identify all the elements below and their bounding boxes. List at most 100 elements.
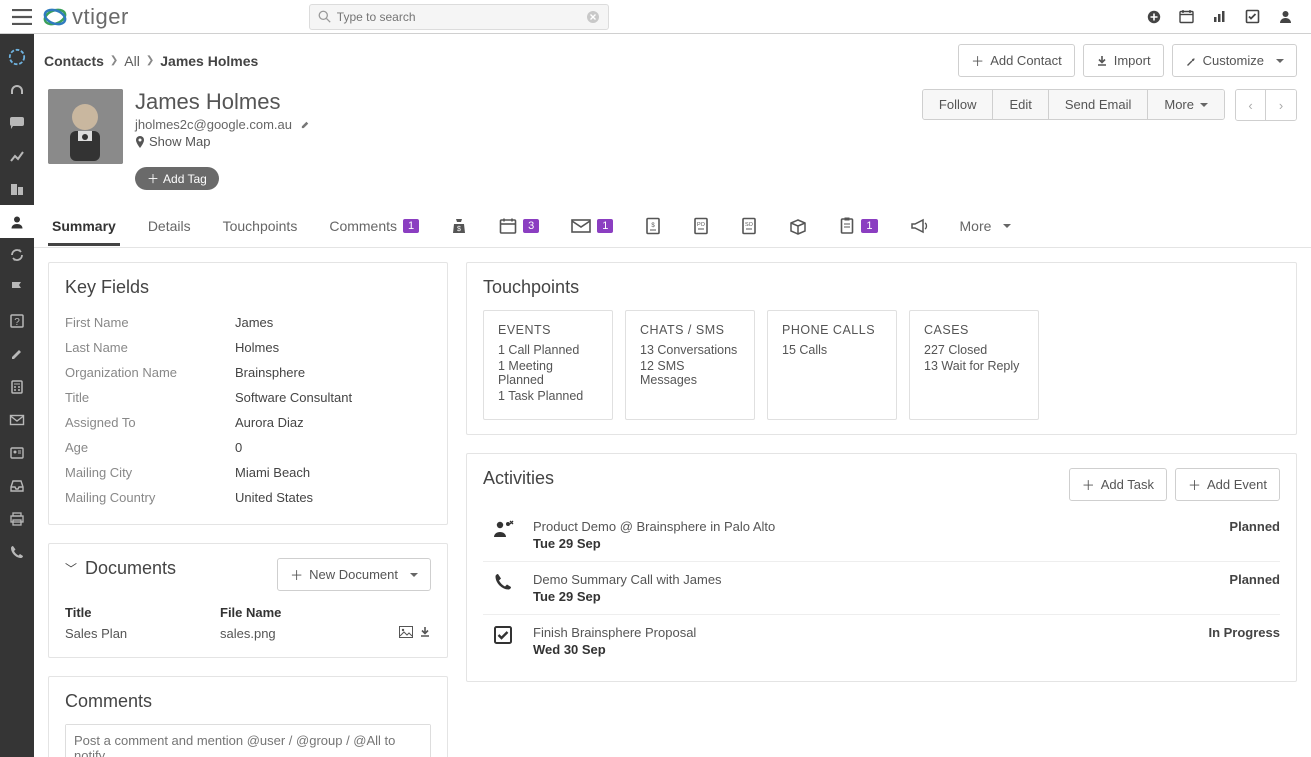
activity-item[interactable]: Demo Summary Call with James Tue 29 Sep …: [483, 562, 1280, 615]
sidebar-mail-icon[interactable]: [0, 403, 34, 436]
logo[interactable]: vtiger: [42, 4, 129, 30]
activity-status: Planned: [1229, 572, 1280, 587]
sidebar-home-icon[interactable]: [0, 40, 34, 73]
touchpoint-cases[interactable]: CASES 227 Closed 13 Wait for Reply: [909, 310, 1039, 420]
add-task-button[interactable]: ＋Add Task: [1069, 468, 1167, 501]
reports-icon[interactable]: [1212, 9, 1227, 24]
documents-card: ﹀ Documents ＋ New Document Title File Na…: [48, 543, 448, 658]
chevron-right-icon: ❯: [110, 55, 118, 66]
topbar: vtiger: [0, 0, 1311, 34]
next-record-button[interactable]: ›: [1266, 90, 1296, 120]
follow-button[interactable]: Follow: [923, 90, 994, 119]
tab-quote-icon[interactable]: $: [641, 206, 665, 246]
comment-input[interactable]: [66, 725, 430, 757]
person-meta: James Holmes jholmes2c@google.com.au Sho…: [135, 89, 311, 190]
clear-search-icon[interactable]: [586, 10, 600, 24]
svg-text:?: ?: [14, 317, 20, 328]
key-field-row: Last NameHolmes: [65, 335, 431, 360]
touchpoint-chats[interactable]: CHATS / SMS 13 Conversations 12 SMS Mess…: [625, 310, 755, 420]
sidebar-edit-icon[interactable]: [0, 337, 34, 370]
show-map-link[interactable]: Show Map: [135, 134, 311, 149]
tab-doc-icon[interactable]: 1: [835, 206, 881, 246]
key-field-row: Organization NameBrainsphere: [65, 360, 431, 385]
download-icon[interactable]: [419, 626, 431, 641]
person-email[interactable]: jholmes2c@google.com.au: [135, 117, 292, 132]
chevron-down-icon[interactable]: ﹀: [65, 560, 77, 577]
search-box[interactable]: [309, 4, 609, 30]
add-tag-button[interactable]: ＋ Add Tag: [135, 167, 219, 190]
document-row[interactable]: Sales Plan sales.png: [65, 624, 431, 643]
plus-icon: ＋: [290, 565, 303, 584]
sidebar-calc-icon[interactable]: [0, 370, 34, 403]
pin-icon: [135, 136, 145, 148]
calendar-badge: 3: [523, 219, 539, 233]
tab-box-icon[interactable]: [785, 206, 811, 246]
add-contact-button[interactable]: ＋ Add Contact: [958, 44, 1075, 77]
activities-title: Activities: [483, 468, 1069, 489]
sidebar-flag-icon[interactable]: [0, 271, 34, 304]
send-email-button[interactable]: Send Email: [1049, 90, 1148, 119]
svg-text:PO: PO: [697, 222, 706, 228]
tab-calendar-icon[interactable]: 3: [495, 206, 543, 246]
activities-card: Activities ＋Add Task ＋Add Event Product …: [466, 453, 1297, 682]
customize-button[interactable]: Customize: [1172, 44, 1297, 77]
tab-more[interactable]: More: [956, 207, 1016, 245]
left-sidebar: ?: [0, 34, 34, 757]
search-input[interactable]: [331, 10, 586, 24]
activity-item[interactable]: Finish Brainsphere Proposal Wed 30 Sep I…: [483, 615, 1280, 667]
activity-item[interactable]: Product Demo @ Brainsphere in Palo Alto …: [483, 509, 1280, 562]
tasks-icon[interactable]: [1245, 9, 1260, 24]
touchpoint-phone[interactable]: PHONE CALLS 15 Calls: [767, 310, 897, 420]
tab-details[interactable]: Details: [144, 207, 195, 245]
record-tabs: Summary Details Touchpoints Comments 1 $…: [34, 204, 1311, 248]
add-icon[interactable]: [1147, 10, 1161, 24]
sidebar-chart-icon[interactable]: [0, 139, 34, 172]
tab-summary[interactable]: Summary: [48, 207, 120, 245]
image-icon[interactable]: [399, 626, 413, 641]
tab-campaign-icon[interactable]: [906, 207, 932, 245]
sidebar-inbox-icon[interactable]: [0, 469, 34, 502]
sidebar-contacts-icon[interactable]: [0, 205, 34, 238]
tab-money-icon[interactable]: $: [447, 206, 471, 246]
comments-badge: 1: [403, 219, 419, 233]
breadcrumb-all[interactable]: All: [124, 53, 140, 69]
key-field-row: Age0: [65, 435, 431, 460]
key-field-label: Age: [65, 440, 235, 455]
sidebar-print-icon[interactable]: [0, 502, 34, 535]
calendar-icon[interactable]: [1179, 9, 1194, 24]
sidebar-cycle-icon[interactable]: [0, 238, 34, 271]
breadcrumb-module[interactable]: Contacts: [44, 53, 104, 69]
download-icon: [1096, 55, 1108, 67]
edit-button[interactable]: Edit: [993, 90, 1048, 119]
menu-icon[interactable]: [8, 3, 36, 31]
sidebar-phone-icon[interactable]: [0, 535, 34, 568]
plus-icon: ＋: [1188, 475, 1201, 494]
sidebar-card-icon[interactable]: [0, 436, 34, 469]
edit-email-icon[interactable]: [300, 119, 311, 130]
add-event-button[interactable]: ＋Add Event: [1175, 468, 1280, 501]
touchpoints-title: Touchpoints: [483, 277, 1280, 298]
search-icon: [318, 10, 331, 23]
sidebar-headset-icon[interactable]: [0, 73, 34, 106]
task-icon: [483, 625, 523, 645]
wrench-icon: [1185, 55, 1197, 67]
tab-mail-icon[interactable]: 1: [567, 208, 617, 244]
tab-so-icon[interactable]: SO: [737, 206, 761, 246]
new-document-button[interactable]: ＋ New Document: [277, 558, 431, 591]
tab-po-icon[interactable]: PO: [689, 206, 713, 246]
breadcrumb: Contacts ❯ All ❯ James Holmes: [44, 53, 258, 69]
sidebar-chat-icon[interactable]: [0, 106, 34, 139]
tab-touchpoints[interactable]: Touchpoints: [219, 207, 302, 245]
sidebar-help-icon[interactable]: ?: [0, 304, 34, 337]
sidebar-org-icon[interactable]: [0, 172, 34, 205]
prev-record-button[interactable]: ‹: [1236, 90, 1266, 120]
more-button[interactable]: More: [1148, 90, 1224, 119]
tab-comments[interactable]: Comments 1: [325, 207, 423, 245]
user-icon[interactable]: [1278, 9, 1293, 24]
import-button[interactable]: Import: [1083, 44, 1164, 77]
col-title: Title: [65, 605, 220, 620]
key-field-value: United States: [235, 490, 313, 505]
key-field-row: Mailing CityMiami Beach: [65, 460, 431, 485]
doc-title: Sales Plan: [65, 626, 220, 641]
touchpoint-events[interactable]: EVENTS 1 Call Planned 1 Meeting Planned …: [483, 310, 613, 420]
